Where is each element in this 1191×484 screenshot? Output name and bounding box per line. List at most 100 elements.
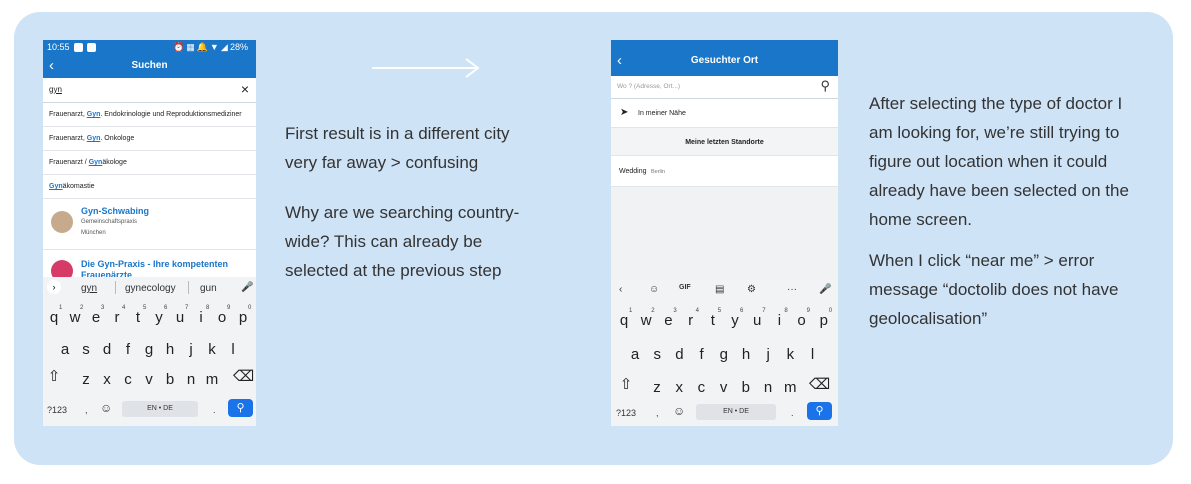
- key-a[interactable]: a: [625, 346, 645, 363]
- microphone-icon[interactable]: 🎤: [819, 284, 831, 295]
- keyboard-suggestion[interactable]: gynecology: [125, 283, 176, 294]
- key-m[interactable]: m: [202, 371, 222, 388]
- key-j[interactable]: j: [181, 341, 201, 358]
- key-number-hint: 5: [143, 305, 147, 311]
- key-y[interactable]: y: [149, 309, 169, 326]
- key-u[interactable]: u: [170, 309, 190, 326]
- key-l[interactable]: l: [803, 346, 823, 363]
- key-y[interactable]: y: [725, 312, 745, 329]
- keyboard-row-3: zxcvbnm: [43, 365, 256, 391]
- suggestion-item[interactable]: Frauenarzt, Gyn. Onkologe: [43, 127, 256, 151]
- key-p[interactable]: p: [814, 312, 834, 329]
- space-key[interactable]: EN • DE: [696, 404, 776, 420]
- key-c[interactable]: c: [691, 379, 711, 396]
- expand-icon[interactable]: ›: [47, 280, 61, 294]
- period-key[interactable]: .: [213, 405, 216, 415]
- key-a[interactable]: a: [55, 341, 75, 358]
- backspace-icon[interactable]: ⌫: [809, 375, 830, 393]
- key-z[interactable]: z: [76, 371, 96, 388]
- key-x[interactable]: x: [669, 379, 689, 396]
- key-r[interactable]: r: [107, 309, 127, 326]
- status-bar: 10:55 ⏰▦🔔▼◢ 28%: [43, 40, 256, 56]
- key-z[interactable]: z: [647, 379, 667, 396]
- key-n[interactable]: n: [181, 371, 201, 388]
- key-o[interactable]: o: [792, 312, 812, 329]
- gif-icon[interactable]: GIF: [679, 284, 691, 291]
- mode-key[interactable]: ?123: [47, 405, 67, 415]
- key-v[interactable]: v: [139, 371, 159, 388]
- result-card[interactable]: Die Gyn-Praxis - Ihre kompetenten Frauen…: [43, 250, 256, 282]
- result-name: Die Gyn-Praxis - Ihre kompetenten: [81, 259, 229, 269]
- key-g[interactable]: g: [139, 341, 159, 358]
- sticker-icon[interactable]: ☺: [649, 284, 659, 295]
- near-me-item[interactable]: ➤ In meiner Nähe: [611, 99, 838, 128]
- key-k[interactable]: k: [202, 341, 222, 358]
- result-card[interactable]: Gyn-Schwabing Gemeinschaftspraxis Münche…: [43, 199, 256, 250]
- key-v[interactable]: v: [714, 379, 734, 396]
- key-i[interactable]: i: [191, 309, 211, 326]
- key-s[interactable]: s: [76, 341, 96, 358]
- key-f[interactable]: f: [692, 346, 712, 363]
- microphone-icon[interactable]: 🎤: [241, 282, 253, 293]
- shift-icon[interactable]: ⇧: [617, 375, 635, 393]
- search-key[interactable]: ⚲: [228, 399, 253, 417]
- key-j[interactable]: j: [758, 346, 778, 363]
- key-s[interactable]: s: [647, 346, 667, 363]
- suggestion-item[interactable]: Gynäkomastie: [43, 175, 256, 199]
- key-t[interactable]: t: [703, 312, 723, 329]
- phone-screenshot-search: 10:55 ⏰▦🔔▼◢ 28% ‹ Suchen gyn × Frauenarz…: [43, 40, 256, 426]
- key-t[interactable]: t: [128, 309, 148, 326]
- mode-key[interactable]: ?123: [616, 408, 636, 418]
- key-i[interactable]: i: [769, 312, 789, 329]
- emoji-icon[interactable]: ☺: [100, 401, 112, 415]
- settings-icon[interactable]: ⚙: [747, 284, 756, 295]
- collapse-icon[interactable]: ‹: [619, 284, 622, 295]
- key-n[interactable]: n: [758, 379, 778, 396]
- key-e[interactable]: e: [658, 312, 678, 329]
- suggestion-item[interactable]: Frauenarzt / Gynäkologe: [43, 151, 256, 175]
- key-r[interactable]: r: [681, 312, 701, 329]
- key-h[interactable]: h: [736, 346, 756, 363]
- key-l[interactable]: l: [223, 341, 243, 358]
- keyboard-suggestion[interactable]: gyn: [81, 283, 97, 294]
- search-key[interactable]: ⚲: [807, 402, 832, 420]
- key-e[interactable]: e: [86, 309, 106, 326]
- key-c[interactable]: c: [118, 371, 138, 388]
- search-input[interactable]: gyn ×: [43, 78, 256, 103]
- key-b[interactable]: b: [160, 371, 180, 388]
- key-b[interactable]: b: [736, 379, 756, 396]
- search-icon[interactable]: ⚲: [820, 78, 830, 94]
- shift-icon[interactable]: ⇧: [45, 367, 63, 385]
- key-p[interactable]: p: [233, 309, 253, 326]
- key-d[interactable]: d: [97, 341, 117, 358]
- key-h[interactable]: h: [160, 341, 180, 358]
- comma-key[interactable]: ,: [85, 405, 88, 415]
- clipboard-icon[interactable]: ▤: [715, 284, 724, 295]
- key-x[interactable]: x: [97, 371, 117, 388]
- period-key[interactable]: .: [791, 408, 794, 418]
- comma-key[interactable]: ,: [656, 408, 659, 418]
- location-input[interactable]: Wo ? (Adresse, Ort...) ⚲: [611, 76, 838, 99]
- key-g[interactable]: g: [714, 346, 734, 363]
- key-o[interactable]: o: [212, 309, 232, 326]
- key-u[interactable]: u: [747, 312, 767, 329]
- key-k[interactable]: k: [780, 346, 800, 363]
- suggestion-item[interactable]: Frauenarzt, Gyn. Endokrinologie und Repr…: [43, 103, 256, 127]
- clear-icon[interactable]: ×: [241, 81, 249, 97]
- emoji-icon[interactable]: ☺: [673, 404, 685, 418]
- keyboard-suggestion[interactable]: gun: [200, 283, 217, 294]
- key-w[interactable]: w: [636, 312, 656, 329]
- key-f[interactable]: f: [118, 341, 138, 358]
- backspace-icon[interactable]: ⌫: [233, 367, 254, 385]
- recent-location-item[interactable]: Wedding Berlin: [611, 156, 838, 187]
- keyboard: ‹ ☺ GIF ▤ ⚙ ··· 🎤 q1w2e3r4t5y6u7i8o9p0 asdfghj…: [611, 280, 838, 426]
- key-q[interactable]: q: [44, 309, 64, 326]
- key-d[interactable]: d: [669, 346, 689, 363]
- key-number-hint: 5: [717, 308, 722, 314]
- space-key[interactable]: EN • DE: [122, 401, 198, 417]
- more-icon[interactable]: ···: [787, 284, 797, 295]
- key-q[interactable]: q: [614, 312, 634, 329]
- key-w[interactable]: w: [65, 309, 85, 326]
- suggestion-highlight: Gyn: [86, 111, 101, 118]
- key-m[interactable]: m: [780, 379, 800, 396]
